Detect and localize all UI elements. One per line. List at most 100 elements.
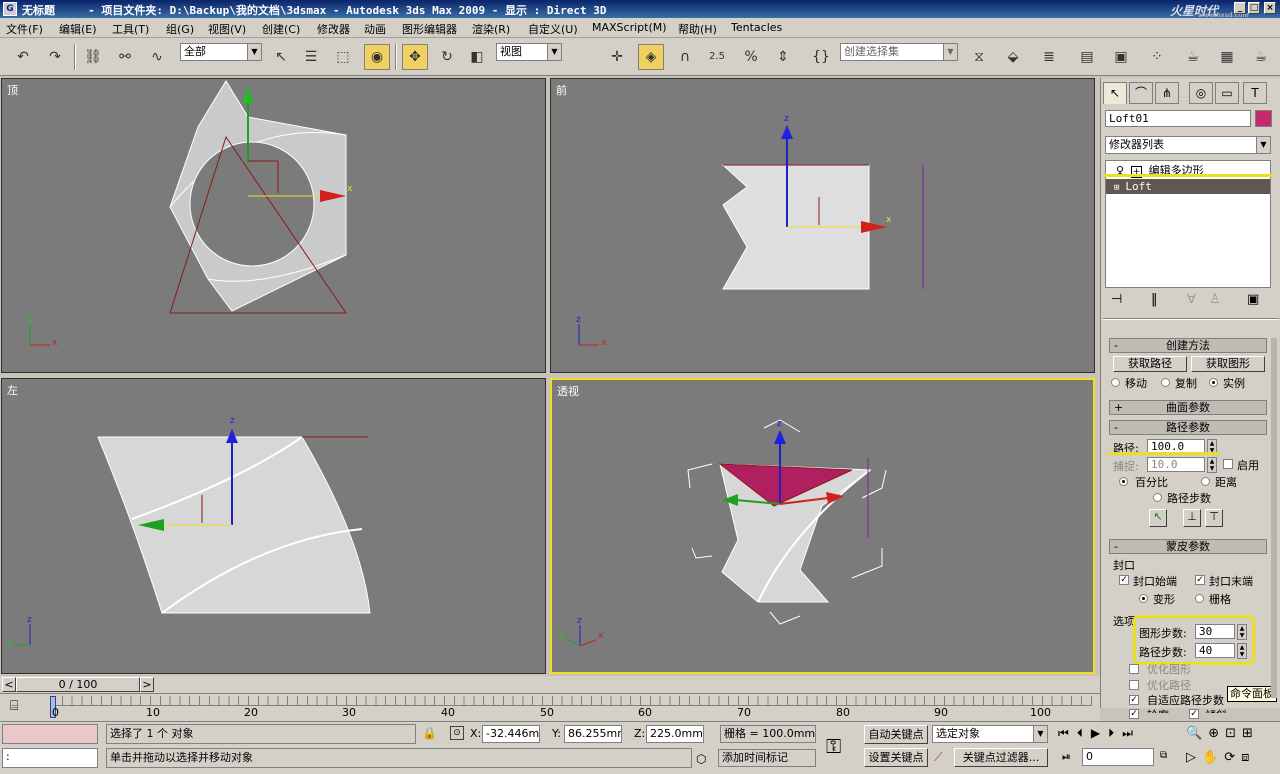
snap-spinner[interactable]: ▲ ▼ bbox=[1207, 457, 1217, 473]
lock-icon[interactable]: 🔒 bbox=[422, 726, 437, 740]
zoom-extents-icon[interactable]: ⊡ bbox=[1225, 726, 1242, 741]
select-and-link-button[interactable]: ⛓ bbox=[80, 44, 106, 70]
radio-morph[interactable] bbox=[1139, 594, 1148, 603]
undo-button[interactable]: ↶ bbox=[10, 44, 36, 70]
align-button[interactable]: ⬙ bbox=[1000, 44, 1026, 70]
rollout-creation-method[interactable]: - 创建方法 bbox=[1109, 338, 1267, 353]
go-to-end-icon[interactable]: ⏭ bbox=[1122, 726, 1141, 740]
play-icon[interactable]: ▶ bbox=[1091, 726, 1108, 740]
orbit-icon[interactable]: ⟳ bbox=[1224, 750, 1241, 765]
maxscript-input[interactable]: : bbox=[2, 748, 98, 768]
cap-end-checkbox[interactable]: ✓ bbox=[1195, 575, 1205, 585]
spinner-snap-button[interactable]: ⇕ bbox=[770, 44, 796, 70]
next-shape-button[interactable]: ⊤ bbox=[1205, 509, 1223, 527]
key-filters-button[interactable]: 关键点过滤器... bbox=[954, 748, 1048, 767]
use-pivot-center-button[interactable]: ✛ bbox=[604, 44, 630, 70]
quick-render-button[interactable]: ☕ bbox=[1248, 44, 1274, 70]
percent-snap-button[interactable]: % bbox=[738, 44, 764, 70]
menu-tentacles[interactable]: Tentacles bbox=[731, 21, 782, 34]
menu-file[interactable]: 文件(F) bbox=[6, 21, 43, 37]
stack-item-loft[interactable]: ⊞ Loft bbox=[1106, 179, 1270, 194]
pin-stack-icon[interactable]: ⊣ bbox=[1111, 292, 1122, 307]
current-frame-field[interactable]: 0 bbox=[1082, 748, 1154, 766]
snap-value-field[interactable]: 10.0 bbox=[1147, 457, 1205, 472]
pick-shape-button[interactable]: ↖ bbox=[1149, 509, 1167, 527]
selection-filter-dropdown[interactable]: 全部 ▼ bbox=[180, 43, 262, 61]
unlink-button[interactable]: ⚯ bbox=[112, 44, 138, 70]
select-by-name-button[interactable]: ☰ bbox=[298, 44, 324, 70]
menu-tools[interactable]: 工具(T) bbox=[112, 21, 149, 37]
named-selection-dropdown[interactable]: 创建选择集 ▼ bbox=[840, 43, 958, 61]
render-setup-button[interactable]: ☕ bbox=[1180, 44, 1206, 70]
menu-graph-editors[interactable]: 图形编辑器 bbox=[402, 21, 457, 37]
auto-key-button[interactable]: 自动关键点 bbox=[864, 725, 928, 744]
track-bar[interactable]: ⌸ 0 10 20 30 40 50 60 70 80 90 100 bbox=[0, 693, 1100, 721]
go-to-start-icon[interactable]: ⏮ bbox=[1058, 726, 1077, 740]
get-path-button[interactable]: 获取路径 bbox=[1113, 356, 1187, 372]
field-of-view-icon[interactable]: ▷ bbox=[1186, 750, 1202, 765]
menu-views[interactable]: 视图(V) bbox=[208, 21, 246, 37]
rollout-skin-params[interactable]: - 蒙皮参数 bbox=[1109, 539, 1267, 554]
menu-customize[interactable]: 自定义(U) bbox=[528, 21, 578, 37]
select-and-scale-button[interactable]: ◧ bbox=[464, 44, 490, 70]
radio-path-steps[interactable] bbox=[1153, 493, 1162, 502]
radio-percentage[interactable] bbox=[1119, 477, 1128, 486]
rollout-path-params[interactable]: - 路径参数 bbox=[1109, 420, 1267, 435]
schematic-view-button[interactable]: ▣ bbox=[1108, 44, 1134, 70]
close-button[interactable]: × bbox=[1264, 2, 1276, 14]
menu-maxscript[interactable]: MAXScript(M) bbox=[592, 21, 667, 34]
time-slider-thumb[interactable]: 0 / 100 bbox=[16, 677, 140, 692]
maximize-button[interactable]: □ bbox=[1248, 2, 1260, 14]
adaptive-path-steps-checkbox[interactable]: ✓ bbox=[1129, 695, 1139, 705]
radio-copy[interactable] bbox=[1161, 378, 1170, 387]
make-unique-icon[interactable]: ∀ bbox=[1187, 292, 1196, 307]
zoom-all-icon[interactable]: ⊕ bbox=[1208, 726, 1225, 741]
curve-editor-button[interactable]: ▤ bbox=[1074, 44, 1100, 70]
previous-shape-button[interactable]: ⊥ bbox=[1183, 509, 1201, 527]
optimize-path-checkbox[interactable] bbox=[1129, 680, 1139, 690]
y-coordinate-field[interactable]: 86.255mm bbox=[564, 725, 622, 743]
zoom-icon[interactable]: 🔍 bbox=[1186, 726, 1208, 741]
menu-edit[interactable]: 编辑(E) bbox=[59, 21, 97, 37]
next-frame-icon[interactable]: ⏵ bbox=[1108, 726, 1122, 740]
viewport-top[interactable]: 顶 y x y x bbox=[1, 78, 546, 373]
select-object-button[interactable]: ↖ bbox=[268, 44, 294, 70]
bind-space-warp-button[interactable]: ∿ bbox=[144, 44, 170, 70]
zoom-extents-all-icon[interactable]: ⊞ bbox=[1242, 726, 1259, 741]
mirror-button[interactable]: ⧖ bbox=[966, 44, 992, 70]
set-key-button[interactable]: 设置关键点 bbox=[864, 748, 928, 767]
viewport-left[interactable]: 左 z z y bbox=[1, 378, 546, 674]
remove-modifier-icon[interactable]: ♙ bbox=[1209, 292, 1221, 307]
time-tag-icon[interactable]: ⬡ bbox=[696, 752, 706, 766]
minimize-button[interactable]: _ bbox=[1234, 2, 1246, 14]
object-color-swatch[interactable] bbox=[1255, 110, 1272, 127]
banking-checkbox[interactable]: ✓ bbox=[1189, 709, 1199, 719]
radio-move[interactable] bbox=[1111, 378, 1120, 387]
menu-animation[interactable]: 动画 bbox=[364, 21, 386, 37]
radio-distance[interactable] bbox=[1201, 477, 1210, 486]
object-name-field[interactable]: Loft01 bbox=[1105, 110, 1251, 127]
enable-checkbox[interactable] bbox=[1223, 459, 1233, 469]
menu-group[interactable]: 组(G) bbox=[166, 21, 194, 37]
key-tangent-icon[interactable]: ⟋ bbox=[934, 750, 942, 765]
time-configuration-icon[interactable]: ⧉ bbox=[1160, 750, 1167, 761]
rendered-frame-window-button[interactable]: ▦ bbox=[1214, 44, 1240, 70]
viewport-perspective[interactable]: 透视 z z x y bbox=[550, 378, 1095, 674]
modifier-list-dropdown[interactable]: 修改器列表 ▼ bbox=[1105, 136, 1271, 154]
radio-instance[interactable] bbox=[1209, 378, 1218, 387]
x-coordinate-field[interactable]: -32.446mm bbox=[482, 725, 540, 743]
optimize-shapes-checkbox[interactable] bbox=[1129, 664, 1139, 674]
tab-motion[interactable]: ◎ bbox=[1189, 82, 1213, 104]
add-time-tag[interactable]: 添加时间标记 bbox=[718, 749, 816, 767]
menu-rendering[interactable]: 渲染(R) bbox=[472, 21, 510, 37]
viewport-front[interactable]: 前 z x z x bbox=[550, 78, 1095, 373]
time-slider-next-button[interactable]: > bbox=[140, 677, 154, 692]
previous-frame-icon[interactable]: ⏴ bbox=[1077, 726, 1091, 740]
snaps-toggle-button[interactable]: ∩ bbox=[672, 44, 698, 70]
select-and-move-button[interactable]: ✥ bbox=[402, 44, 428, 70]
tab-utilities[interactable]: T bbox=[1243, 82, 1267, 104]
menu-create[interactable]: 创建(C) bbox=[262, 21, 300, 37]
tab-display[interactable]: ▭ bbox=[1215, 82, 1239, 104]
tab-hierarchy[interactable]: ⋔ bbox=[1155, 82, 1179, 104]
configure-sets-icon[interactable]: ▣ bbox=[1247, 292, 1259, 307]
